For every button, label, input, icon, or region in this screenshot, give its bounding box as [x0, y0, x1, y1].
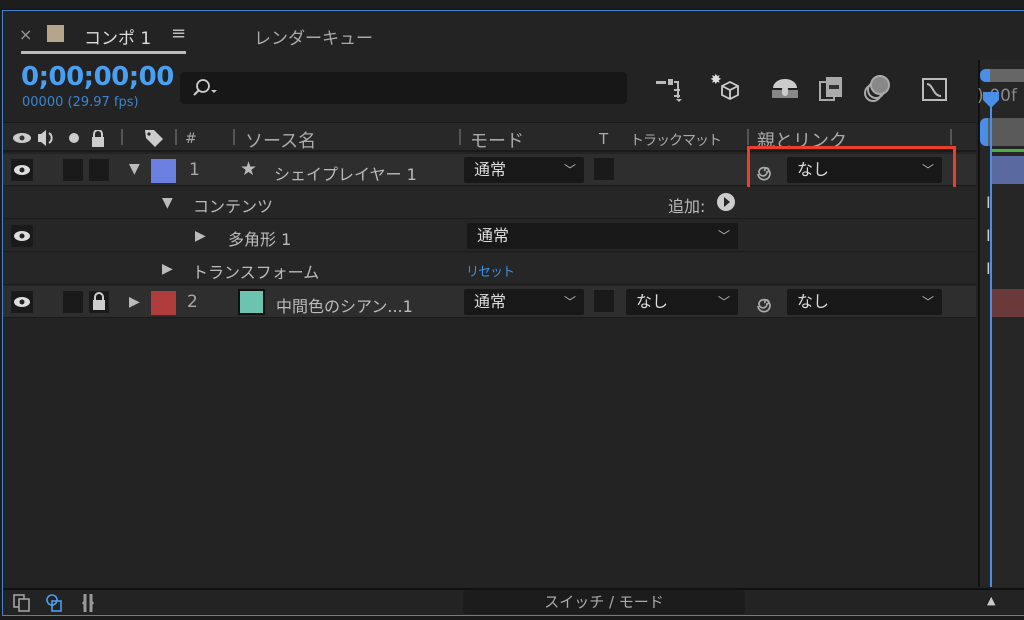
contents-label: コンテンツ — [193, 197, 274, 216]
collapse-triangle-icon[interactable]: ▼ — [162, 195, 173, 211]
tab-comp[interactable]: コンポ 1 — [84, 24, 151, 49]
column-track-matte[interactable]: トラックマット — [630, 130, 722, 150]
active-tab-indicator — [21, 51, 186, 54]
polygon-label: 多角形 1 — [228, 230, 292, 249]
mode-dropdown[interactable]: 通常 ﹀ — [464, 157, 584, 183]
lock-toggle[interactable] — [89, 159, 109, 181]
mode-dropdown[interactable]: 通常 ﹀ — [464, 289, 584, 315]
top-strip — [0, 0, 1024, 10]
zoom-mountain-icon[interactable]: ▲ — [987, 594, 995, 607]
parent-value: なし — [797, 292, 830, 311]
solo-toggle[interactable] — [63, 159, 83, 181]
add-play-icon[interactable] — [716, 192, 736, 212]
shy-layers-icon[interactable] — [770, 76, 800, 102]
layer-name[interactable]: 中間色のシアン...1 — [276, 293, 413, 317]
layer-label-color[interactable] — [151, 291, 176, 315]
render-bar — [992, 149, 1024, 152]
tab-render-queue[interactable]: レンダーキュー — [254, 24, 373, 49]
layer-number: 1 — [189, 160, 200, 180]
close-tab-button[interactable]: × — [19, 25, 32, 44]
svg-text:✸: ✸ — [710, 72, 722, 88]
frame-blending-icon[interactable] — [818, 74, 846, 104]
search-input[interactable] — [180, 72, 627, 104]
timecode[interactable]: 0;00;00;00 — [21, 62, 174, 92]
in-out-duration-icon[interactable] — [78, 592, 98, 614]
chevron-down-icon: ﹀ — [563, 163, 576, 177]
solo-toggle[interactable] — [63, 291, 83, 313]
column-source-name[interactable]: ソース名 — [245, 127, 316, 153]
layer-1-bar[interactable] — [992, 156, 1024, 184]
parent-dropdown[interactable]: なし ﹀ — [787, 289, 942, 315]
transfer-controls-icon[interactable] — [44, 593, 66, 613]
chevron-down-icon: ﹀ — [717, 295, 730, 309]
mode-value: 通常 — [474, 160, 507, 179]
work-area-bar[interactable] — [980, 69, 1024, 82]
preserve-transparency-toggle[interactable] — [594, 158, 614, 180]
column-divider — [175, 129, 177, 145]
matte-value: なし — [636, 292, 669, 311]
toggle-switches-modes-button[interactable]: スイッチ / モード — [463, 590, 745, 614]
graph-editor-icon[interactable] — [920, 74, 950, 104]
layer-name[interactable]: シェイプレイヤー 1 — [274, 161, 417, 185]
column-number: # — [185, 131, 197, 147]
star-icon: ★ — [240, 158, 258, 180]
keyframe-ibeam-icon: I — [986, 193, 991, 212]
keyframe-ibeam-icon: I — [986, 259, 991, 278]
frame-rate: 00000 (29.97 fps) — [22, 95, 139, 110]
comp-color-swatch — [47, 25, 64, 42]
polygon-mode-dropdown[interactable]: 通常 ﹀ — [467, 223, 738, 249]
panel-menu-icon[interactable]: ≡ — [171, 23, 186, 44]
reset-link[interactable]: リセット — [466, 261, 515, 280]
expand-triangle-icon[interactable]: ▶ — [129, 294, 140, 310]
layer-2-bar[interactable] — [992, 289, 1024, 317]
playhead-handle-icon[interactable] — [982, 92, 1000, 108]
track-matte-dropdown[interactable]: なし ﹀ — [626, 289, 738, 315]
expand-triangle-icon[interactable]: ▶ — [195, 228, 206, 244]
visibility-eye-icon[interactable] — [11, 225, 33, 247]
composition-flowchart-icon[interactable] — [652, 76, 684, 102]
preserve-transparency-toggle[interactable] — [594, 290, 614, 312]
label-tag-icon — [145, 130, 163, 147]
column-divider — [950, 129, 952, 145]
layer-number: 2 — [187, 292, 198, 312]
expand-triangle-icon[interactable]: ▶ — [162, 261, 173, 277]
lock-toggle[interactable] — [89, 291, 109, 313]
av-switch-header-icons — [13, 130, 104, 147]
layer-label-color[interactable] — [151, 159, 176, 183]
column-mode[interactable]: モード — [470, 127, 524, 153]
highlight-box — [747, 146, 956, 191]
layer-switches-icon[interactable] — [12, 593, 32, 613]
motion-blur-icon[interactable] — [862, 74, 892, 104]
solid-swatch — [238, 289, 265, 315]
draft-3d-icon[interactable]: ✸ — [710, 72, 742, 104]
visibility-eye-icon[interactable] — [11, 291, 33, 313]
column-divider — [121, 129, 123, 145]
chevron-down-icon: ﹀ — [563, 295, 576, 309]
lock-icon — [93, 292, 105, 310]
visibility-eye-icon[interactable] — [11, 159, 33, 181]
transform-label: トランスフォーム — [192, 263, 320, 282]
column-divider — [233, 129, 235, 145]
mode-value: 通常 — [477, 226, 510, 245]
mode-value: 通常 — [474, 292, 507, 311]
contents-row[interactable] — [3, 187, 976, 219]
keyframe-ibeam-icon: I — [986, 226, 991, 245]
time-navigator[interactable] — [980, 118, 1024, 146]
column-preserve-transparency: T — [599, 130, 609, 148]
collapse-triangle-icon[interactable]: ▼ — [129, 161, 140, 177]
column-divider — [747, 129, 749, 145]
add-label[interactable]: 追加: — [668, 193, 705, 217]
chevron-down-icon: ﹀ — [921, 295, 934, 309]
chevron-down-icon: ﹀ — [717, 229, 730, 243]
column-divider — [459, 129, 461, 145]
pick-whip-spiral-icon[interactable] — [754, 292, 776, 314]
search-icon — [193, 79, 217, 96]
